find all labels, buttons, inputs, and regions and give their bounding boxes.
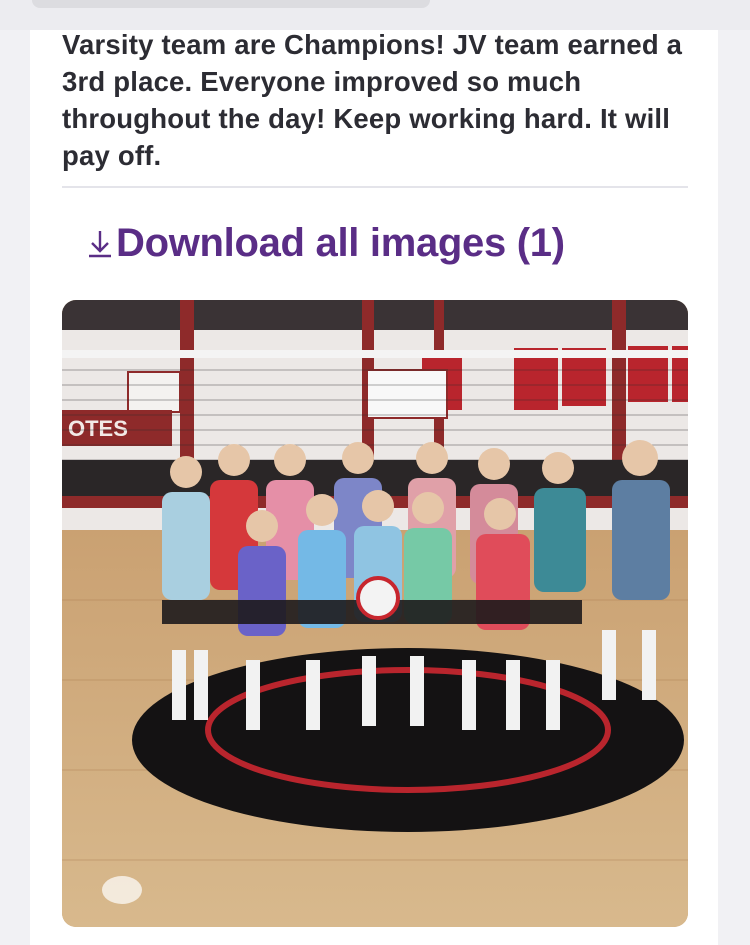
download-all-images-link[interactable]: Download all images (1) xyxy=(86,218,565,268)
divider xyxy=(62,186,688,188)
right-margin xyxy=(718,30,750,945)
download-icon xyxy=(89,231,111,258)
team-photo[interactable]: OTES xyxy=(62,300,688,927)
download-label: Download all images (1) xyxy=(116,220,565,265)
post-body-text: Varsity team are Champions! JV team earn… xyxy=(62,29,683,171)
top-bar-pill xyxy=(32,0,430,8)
wall-banner-text: OTES xyxy=(68,416,128,441)
team-photo-illustration: OTES xyxy=(62,300,688,927)
post-card: Varsity team are Champions! JV team earn… xyxy=(30,29,718,945)
